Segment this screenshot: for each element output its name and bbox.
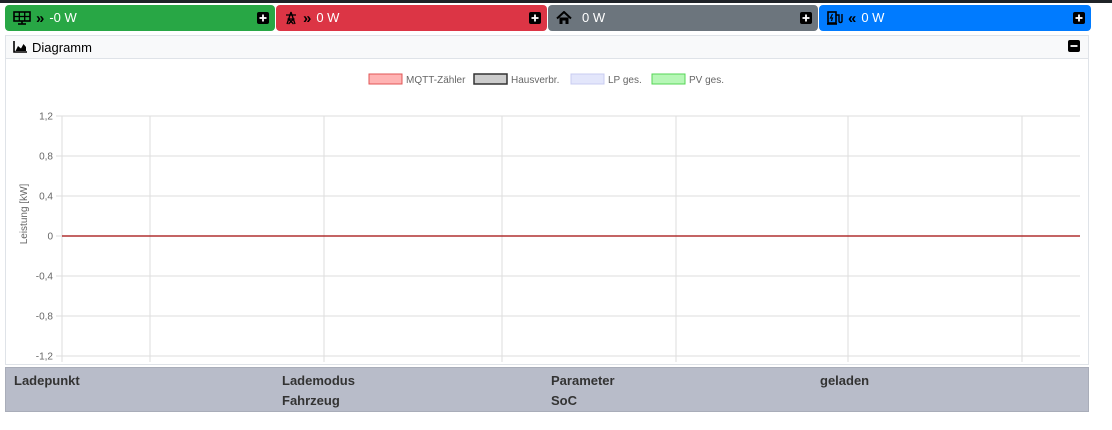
col-parameter: Parameter xyxy=(551,373,615,388)
pv-tile[interactable]: » -0 W xyxy=(5,5,275,31)
expand-plus-icon[interactable] xyxy=(257,12,269,24)
col-soc: SoC xyxy=(551,393,577,408)
chart-area: MQTT-Zähler Hausverbr. LP ges. PV ges. 1,2 0… xyxy=(6,59,1088,376)
grid-tile[interactable]: » 0 W xyxy=(276,5,547,31)
charging-power-value: 0 W xyxy=(861,10,885,25)
legend-label: LP ges. xyxy=(608,75,642,86)
power-tower-icon xyxy=(284,11,298,25)
chart-legend: MQTT-Zähler Hausverbr. LP ges. PV ges. xyxy=(368,73,724,86)
collapse-minus-icon[interactable] xyxy=(1068,40,1080,52)
expand-plus-icon[interactable] xyxy=(800,12,812,24)
y-tick-label: -0,8 xyxy=(36,312,54,323)
legend-swatch xyxy=(368,73,403,85)
y-tick-label: -1,2 xyxy=(36,352,54,363)
y-axis-label: Leistung [kW] xyxy=(19,183,30,244)
house-power-value: 0 W xyxy=(582,10,606,25)
top-border xyxy=(0,0,1112,3)
double-chevron-right-icon: » xyxy=(36,9,45,27)
grid-power-value: 0 W xyxy=(316,10,340,25)
legend-swatch xyxy=(570,73,605,85)
solar-panel-icon xyxy=(13,11,31,25)
charging-tile[interactable]: « 0 W xyxy=(819,5,1091,31)
legend-label: Hausverbr. xyxy=(511,75,559,86)
y-tick-label: -0,4 xyxy=(36,272,54,283)
legend-label: PV ges. xyxy=(689,75,724,86)
col-geladen: geladen xyxy=(820,373,870,388)
expand-plus-icon[interactable] xyxy=(1073,12,1085,24)
y-tick-label: 0 xyxy=(47,232,53,243)
y-tick-label: 0,8 xyxy=(39,152,53,163)
power-tiles: » -0 W » 0 W 0 W « 0 W xyxy=(5,5,1092,31)
house-tile[interactable]: 0 W xyxy=(548,5,818,31)
double-chevron-right-icon: » xyxy=(303,9,312,27)
col-ladepunkt: Ladepunkt xyxy=(14,373,80,388)
power-chart: MQTT-Zähler Hausverbr. LP ges. PV ges. 1,2 0… xyxy=(19,73,1080,376)
chart-grid xyxy=(56,115,1080,362)
y-axis: 1,2 0,8 0,4 0 -0,4 -0,8 -1,2 xyxy=(36,112,54,363)
double-chevron-left-icon: « xyxy=(848,9,857,27)
y-tick-label: 1,2 xyxy=(39,112,53,123)
col-fahrzeug: Fahrzeug xyxy=(282,393,340,408)
expand-plus-icon[interactable] xyxy=(529,12,541,24)
ladepunkt-table: Ladepunkt Lademodus Fahrzeug Parameter S… xyxy=(5,367,1089,412)
diagram-card: Diagramm MQTT-Zähler Hausverbr. LP ges. PV … xyxy=(5,35,1089,376)
pv-power-value: -0 W xyxy=(49,10,77,25)
battery-charging-icon xyxy=(827,11,843,25)
diagram-header[interactable]: Diagramm xyxy=(6,36,1088,59)
y-tick-label: 0,4 xyxy=(39,192,53,203)
legend-label: MQTT-Zähler xyxy=(406,75,466,86)
col-lademodus: Lademodus xyxy=(282,373,355,388)
legend-swatch xyxy=(651,73,686,85)
area-chart-icon xyxy=(13,41,27,53)
legend-swatch xyxy=(473,73,508,85)
diagram-title: Diagramm xyxy=(32,39,92,55)
home-icon xyxy=(556,11,572,25)
